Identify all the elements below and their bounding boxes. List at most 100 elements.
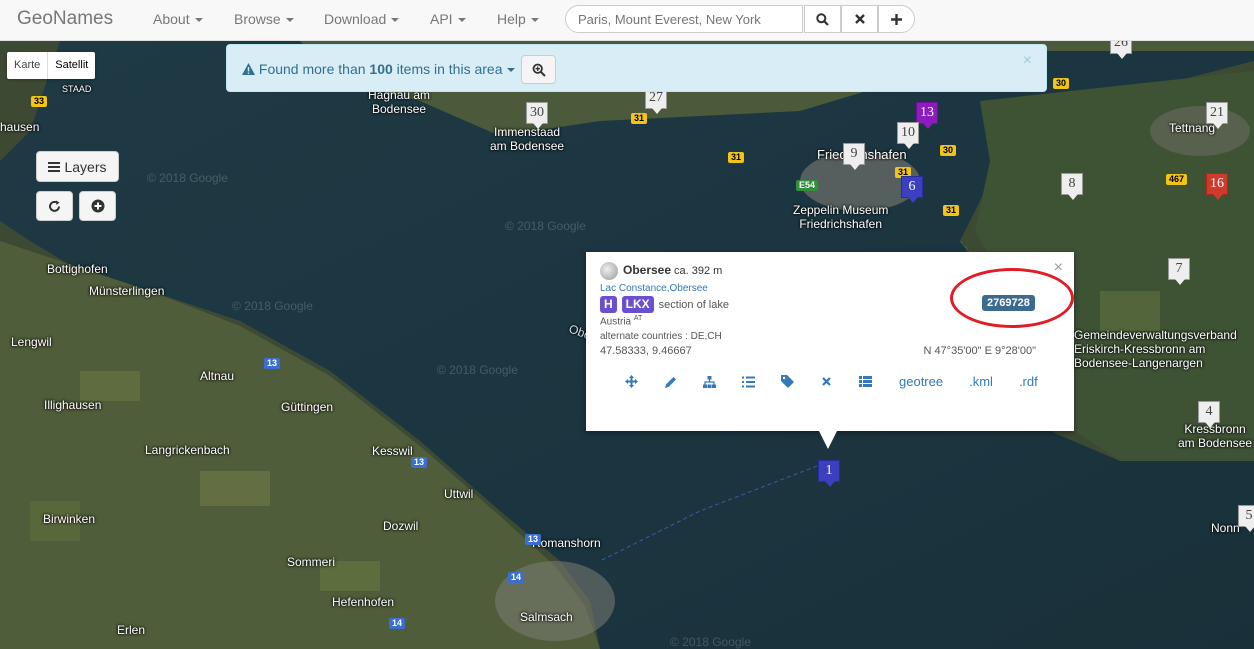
road-shield: 31 <box>943 205 960 216</box>
ordered-list-button[interactable] <box>729 376 768 388</box>
map-marker[interactable]: 1 <box>818 460 840 487</box>
place-label: Immenstaad am Bodensee <box>490 125 565 153</box>
map-marker[interactable]: 8 <box>1061 173 1083 200</box>
popup-close-button[interactable]: × <box>1054 259 1063 277</box>
road-shield: E54 <box>796 180 819 191</box>
map-marker[interactable]: 7 <box>1168 258 1190 285</box>
map-marker[interactable]: 13 <box>916 102 938 129</box>
tag-icon <box>781 375 794 388</box>
map-watermark: © 2018 Google <box>670 635 751 649</box>
geotree-link[interactable]: geotree <box>899 374 943 389</box>
place-popup: × Obersee ca. 392 m Lac Constance,Obersee… <box>586 252 1074 449</box>
map-marker[interactable]: 9 <box>843 143 865 170</box>
place-label: Güttingen <box>281 400 334 414</box>
search-button[interactable] <box>804 5 841 33</box>
road-shield: 13 <box>525 534 542 545</box>
place-label: Dozwil <box>383 519 419 533</box>
layers-button[interactable]: Layers <box>36 151 119 182</box>
map-canvas[interactable]: © 2018 Google © 2018 Google © 2018 Googl… <box>0 41 1254 649</box>
map-marker[interactable]: 16 <box>1206 173 1228 200</box>
map-type-control: Karte Satellit <box>7 52 96 79</box>
alternate-names-link[interactable]: Lac Constance,Obersee <box>600 283 708 294</box>
map-marker[interactable]: 5 <box>1238 505 1254 532</box>
zoom-to-results-button[interactable] <box>521 55 556 84</box>
place-label: Sommeri <box>287 555 336 569</box>
rdf-link[interactable]: .rdf <box>1019 374 1038 389</box>
edit-button[interactable] <box>651 376 690 388</box>
road-shield: 33 <box>31 96 48 107</box>
place-label: Hefenhofen <box>332 595 395 609</box>
kml-link[interactable]: .kml <box>969 374 993 389</box>
feature-badges: H LKX section of lake <box>600 296 729 313</box>
popup-actions: geotree .kml .rdf <box>612 374 1050 389</box>
alert-close-button[interactable]: × <box>1023 52 1032 70</box>
road-shield: 31 <box>728 152 745 163</box>
add-button[interactable] <box>878 5 915 33</box>
place-label: Birwinken <box>43 512 96 526</box>
plus-icon <box>891 13 902 25</box>
search-input[interactable] <box>565 5 803 33</box>
caret-down-icon <box>457 18 466 23</box>
close-icon <box>854 14 865 24</box>
map-marker[interactable]: 10 <box>897 122 919 149</box>
feature-code-badge[interactable]: LKX <box>621 296 654 313</box>
menu-browse[interactable]: Browse <box>234 11 294 27</box>
hierarchy-button[interactable] <box>690 375 729 388</box>
warning-icon <box>242 63 255 75</box>
map-marker[interactable]: 6 <box>901 176 923 203</box>
clear-button[interactable] <box>841 5 878 33</box>
map-marker[interactable]: 4 <box>1198 401 1220 428</box>
place-label: Langrickenbach <box>145 443 230 457</box>
sitemap-icon <box>703 375 716 388</box>
place-label: Münsterlingen <box>89 284 165 298</box>
map-watermark: © 2018 Google <box>505 219 586 233</box>
decimal-coordinates: 47.58333, 9.46667 <box>600 345 692 357</box>
place-label: Altnau <box>200 369 235 383</box>
caret-down-icon <box>285 18 294 23</box>
road-shield: 467 <box>1166 174 1188 185</box>
feature-class-badge[interactable]: H <box>600 296 617 313</box>
place-label: Erlen <box>117 623 146 637</box>
place-label: Kesswil <box>372 444 413 458</box>
map-type-karte[interactable]: Karte <box>7 52 47 79</box>
road-shield: 14 <box>508 572 525 583</box>
menu-download[interactable]: Download <box>324 11 400 27</box>
place-label: Gemeindeverwaltungsverband Eriskirch-Kre… <box>1074 328 1237 370</box>
map-type-satellit[interactable]: Satellit <box>47 52 95 79</box>
results-alert: Found more than 100 items in this area × <box>226 44 1047 92</box>
brand-logo[interactable]: GeoNames <box>17 8 113 30</box>
place-label: STAAD <box>62 84 92 94</box>
menu-about[interactable]: About <box>153 11 203 27</box>
map-watermark: © 2018 Google <box>147 171 228 185</box>
road-shield: 30 <box>940 145 957 156</box>
tag-button[interactable] <box>768 375 807 388</box>
refresh-button[interactable] <box>36 191 73 221</box>
caret-down-icon <box>507 68 516 73</box>
place-label: Bottighofen <box>47 262 108 276</box>
close-icon <box>822 377 831 386</box>
caret-down-icon <box>530 18 539 23</box>
place-label: Romanshorn <box>532 536 601 550</box>
road-shield: 31 <box>631 113 648 124</box>
geoname-id-badge[interactable]: 2769728 <box>982 295 1035 311</box>
map-watermark: © 2018 Google <box>232 299 313 313</box>
navbar: GeoNames About Browse Download API Help <box>0 0 1254 41</box>
add-layer-button[interactable] <box>79 191 116 221</box>
dms-coordinates: N 47°35'00" E 9°28'00" <box>923 345 1036 357</box>
delete-button[interactable] <box>807 377 846 386</box>
country: Austria AT <box>600 315 643 328</box>
map-marker[interactable]: 21 <box>1206 102 1228 129</box>
move-button[interactable] <box>612 375 651 388</box>
map-marker[interactable]: 26 <box>1110 41 1132 59</box>
caret-down-icon <box>391 18 400 23</box>
results-dropdown[interactable]: Found more than 100 items in this area <box>242 61 516 77</box>
details-list-button[interactable] <box>846 376 885 387</box>
wikipedia-globe-icon[interactable] <box>600 262 618 280</box>
menu-help[interactable]: Help <box>497 11 539 27</box>
road-shield: 13 <box>264 358 281 369</box>
road-shield: 30 <box>1053 78 1070 89</box>
list-icon <box>48 161 61 172</box>
plus-circle-icon <box>91 199 104 213</box>
menu-api[interactable]: API <box>430 11 466 27</box>
map-marker[interactable]: 30 <box>526 102 548 129</box>
